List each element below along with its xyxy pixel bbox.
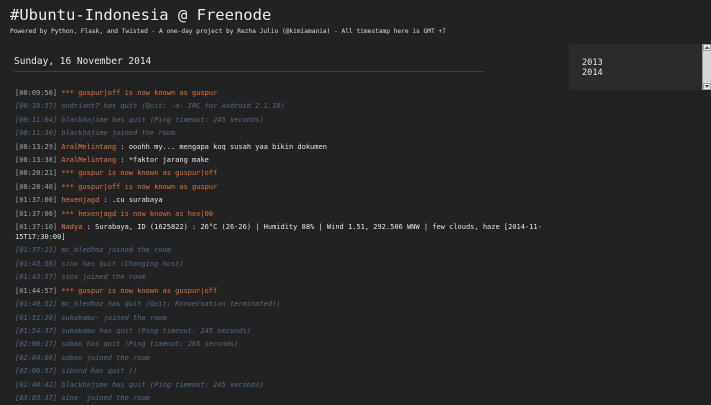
log-event-text: soban joined the room [61, 353, 150, 362]
log-timestamp: [02:40:42] [15, 380, 58, 389]
log-timestamp: [02:00:17] [15, 340, 58, 349]
log-event-text: blackhajime has quit (Ping timeout: 245 … [61, 115, 264, 124]
log-line: [00:10:57] andriant7 has quit (Quit: -a-… [15, 100, 555, 113]
log-line: [02:06:57] sibond has quit () [15, 365, 555, 378]
log-line: [01:37:00] hexenjagd : .cu surabaya [15, 194, 555, 207]
log-line: [02:00:17] soban has quit (Ping timeout:… [15, 338, 555, 351]
log-timestamp: [01:37:21] [15, 246, 58, 255]
log-nick: AralMelintang [61, 142, 117, 151]
archive-year-link[interactable]: 2013 [582, 58, 603, 68]
log-nick-change-text: *** guspur|off is now known as guspur [61, 182, 218, 191]
archive-year-link[interactable]: 2014 [582, 68, 603, 78]
log-line: [00:09:56] *** guspur|off is now known a… [15, 87, 555, 100]
log-nick-change-text: *** hexenjagd is now known as hex|00 [61, 209, 214, 218]
log-event-text: sinx joined the room [61, 273, 146, 282]
log-line: [00:13:38] AralMelintang : *faktor jaran… [15, 154, 555, 167]
scroll-up-button[interactable] [703, 44, 711, 51]
log-timestamp: [00:11:04] [15, 115, 58, 124]
log-timestamp: [03:03:37] [15, 393, 58, 402]
log-event-text: sinx- joined the room [61, 393, 150, 402]
chat-log: [00:09:56] *** guspur|off is now known a… [15, 87, 555, 405]
log-event-text: andriant7 has quit (Quit: -a- IRC for An… [61, 102, 285, 111]
log-timestamp: [01:44:57] [15, 286, 58, 295]
log-timestamp: [00:28:40] [15, 182, 58, 191]
sidebar-scrollbar[interactable] [702, 44, 711, 90]
log-event-text: sinx has quit (Changing host) [61, 259, 184, 268]
log-timestamp: [02:06:57] [15, 367, 58, 376]
log-timestamp: [01:49:52] [15, 300, 58, 309]
scroll-down-button[interactable] [703, 83, 711, 90]
archive-year-item: 2014 [582, 68, 603, 78]
log-line: [00:11:30] blackhajime joined the room [15, 127, 555, 140]
heading-divider [14, 71, 484, 72]
page: #Ubuntu-Indonesia @ Freenode Powered by … [0, 0, 711, 405]
log-timestamp: [01:54:37] [15, 326, 58, 335]
log-line: [03:03:37] sinx- joined the room [15, 392, 555, 405]
log-separator: : [116, 142, 129, 151]
log-timestamp: [00:11:30] [15, 129, 58, 138]
log-message-text: .cu surabaya [111, 196, 163, 205]
log-nick: Nadya [61, 223, 83, 232]
log-timestamp: [00:13:29] [15, 142, 58, 151]
log-nick: hexenjagd [61, 196, 100, 205]
log-message-text: Surabaya, ID (1625822) : 26°C (26-26) | … [15, 223, 542, 242]
log-timestamp: [00:13:38] [15, 156, 58, 165]
log-nick-change-text: *** guspur|off is now known as guspur [61, 89, 218, 97]
log-timestamp: [01:43:57] [15, 273, 58, 282]
log-separator: : [82, 223, 96, 232]
log-message-text: ooohh my... mengapa koq susah yaa bikin … [128, 142, 327, 151]
log-line: [02:40:42] blackhajime has quit (Ping ti… [15, 379, 555, 392]
chevron-up-icon [704, 46, 710, 49]
log-timestamp: [01:51:20] [15, 313, 58, 322]
log-line: [01:37:10] Nadya : Surabaya, ID (1625822… [15, 221, 555, 244]
archive-sidebar: 2013 2014 [569, 44, 702, 90]
log-event-text: blackhajime joined the room [61, 129, 176, 138]
archive-year-list: 2013 2014 [582, 58, 603, 78]
log-event-text: soban has quit (Ping timeout: 265 second… [61, 340, 239, 349]
log-nick-change-text: *** guspur is now known as guspur|off [61, 286, 218, 295]
site-tagline: Powered by Python, Flask, and Twisted - … [10, 28, 446, 35]
log-line: [01:54:37] sukakamu has quit (Ping timeo… [15, 325, 555, 338]
log-date-heading: Sunday, 16 November 2014 [14, 56, 152, 67]
log-timestamp: [00:20:21] [15, 169, 58, 178]
log-event-text: mc_bledhoz has quit (Quit: Konversation … [61, 300, 281, 309]
log-timestamp: [01:37:00] [15, 196, 58, 205]
log-nick: AralMelintang [61, 156, 117, 165]
site-title: #Ubuntu-Indonesia @ Freenode [10, 6, 272, 24]
log-event-text: sibond has quit () [61, 367, 138, 376]
log-line: [00:11:04] blackhajime has quit (Ping ti… [15, 114, 555, 127]
log-separator: : [99, 196, 112, 205]
log-timestamp: [00:09:56] [15, 89, 58, 97]
log-line: [01:44:57] *** guspur is now known as gu… [15, 285, 555, 298]
log-line: [01:43:56] sinx has quit (Changing host) [15, 258, 555, 271]
chevron-down-icon [704, 85, 710, 88]
log-event-text: blackhajime has quit (Ping timeout: 245 … [61, 380, 264, 389]
log-timestamp: [02:04:06] [15, 353, 58, 362]
archive-year-item: 2013 [582, 58, 603, 68]
log-line: [00:13:29] AralMelintang : ooohh my... m… [15, 141, 555, 154]
log-timestamp: [01:43:56] [15, 259, 58, 268]
log-message-text: *faktor jarang make [128, 156, 209, 165]
log-timestamp: [01:37:06] [15, 209, 58, 218]
log-timestamp: [01:37:10] [15, 223, 58, 232]
log-nick-change-text: *** guspur is now known as guspur|off [61, 169, 218, 178]
log-line: [01:49:52] mc_bledhoz has quit (Quit: Ko… [15, 298, 555, 311]
log-line: [00:28:40] *** guspur|off is now known a… [15, 181, 555, 194]
log-event-text: sukakamu- joined the room [61, 313, 167, 322]
log-line: [01:37:06] *** hexenjagd is now known as… [15, 208, 555, 221]
log-line: [01:43:57] sinx joined the room [15, 271, 555, 284]
log-line: [01:51:20] sukakamu- joined the room [15, 312, 555, 325]
log-line: [02:04:06] soban joined the room [15, 352, 555, 365]
log-timestamp: [00:10:57] [15, 102, 58, 111]
log-line: [01:37:21] mc_bledhoz joined the room [15, 244, 555, 257]
log-event-text: sukakamu has quit (Ping timeout: 245 sec… [61, 326, 252, 335]
log-separator: : [116, 156, 129, 165]
log-line: [00:20:21] *** guspur is now known as gu… [15, 167, 555, 180]
log-event-text: mc_bledhoz joined the room [61, 246, 171, 255]
